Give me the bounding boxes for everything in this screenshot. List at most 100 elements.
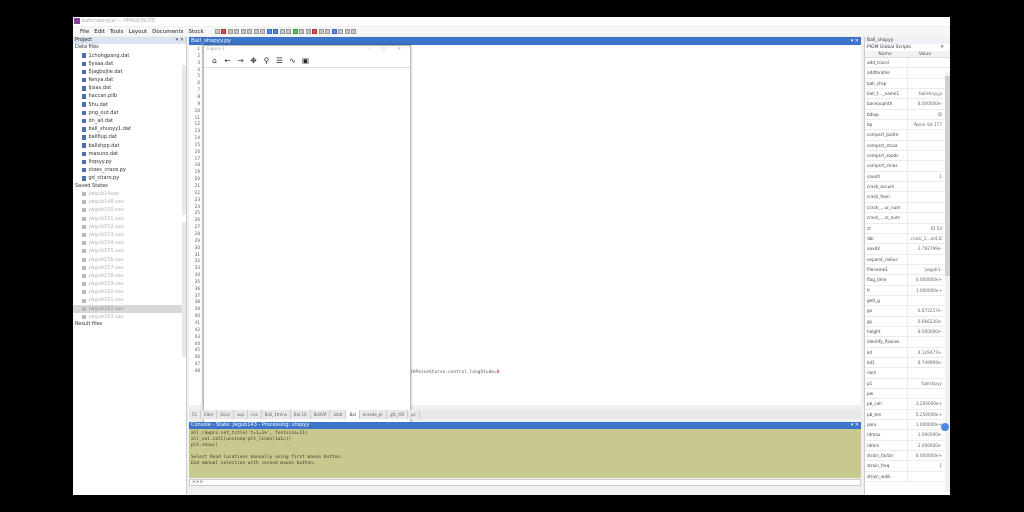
properties-close-icon[interactable]: ✕ [940,44,944,51]
property-row[interactable]: compsrt_stcua [865,140,950,152]
saved-states-scrollbar[interactable] [182,222,186,357]
open-icon[interactable] [227,29,233,34]
save-icon[interactable] [234,29,240,34]
property-value[interactable]: 'jwgub1- [908,265,944,274]
property-row[interactable]: crack_…ur_num [865,202,950,214]
editor-tab[interactable]: lbcol [217,410,234,419]
property-value[interactable]: 6.666220e- [908,317,944,326]
property-value[interactable]: 2.000000e- [908,441,944,450]
data-file-item[interactable]: dn_all.dat [73,117,186,125]
editor-tab[interactable]: Bal.10 [291,410,311,419]
data-file-item[interactable]: 5hu.dat [73,101,186,109]
editor-tab[interactable]: gfc_dill [387,410,409,419]
editor-window-controls-icon[interactable]: ▾ ✕ [851,37,859,45]
property-row[interactable]: ball_shsp [865,78,950,90]
property-row[interactable]: pb_coh 3.200000e+ [865,399,950,410]
property-row[interactable]: strain_freq 1 [865,461,950,472]
save-figure-icon[interactable]: ▣ [300,55,311,66]
copy-icon[interactable] [253,29,259,34]
editor-tab[interactable]: Bal [346,410,360,419]
property-value[interactable] [908,79,944,88]
property-row[interactable]: gy 6.666220e- [865,316,950,327]
menu-tools[interactable]: Tools [110,29,124,35]
property-value[interactable] [908,151,944,160]
data-files-scrollbar[interactable] [182,65,186,215]
data-file-item[interactable]: 5ysaa.dat [73,60,186,68]
property-value[interactable]: 8.000000e- [908,327,944,336]
run-icon[interactable] [292,29,298,34]
editor-tab[interactable]: sup [234,410,248,419]
menu-stock[interactable]: Stock [189,29,204,35]
editor-tab[interactable]: Ball_1trnns [262,410,291,419]
property-row[interactable]: gx 6.872217e- [865,306,950,317]
property-value[interactable]: None list 177 [908,120,944,129]
property-value[interactable]: 8.000000e- [908,99,944,108]
property-row[interactable]: bdiop ID [865,109,950,121]
property-row[interactable]: ball_t…_name1'ballshsyy.p [865,89,950,100]
console-window-controls-icon[interactable]: ▾ ✕ [851,422,859,429]
property-value[interactable]: 1 [908,172,944,181]
editor-tab[interactable]: pc [408,410,420,419]
cut-icon[interactable] [247,29,253,34]
saved-state-item[interactable]: jwgub152.sav [73,223,186,231]
record-icon[interactable] [312,29,318,34]
menu-file[interactable]: File [80,29,89,35]
data-file-item[interactable]: ball_shuoyy1.dat [73,125,186,133]
editor-tab[interactable]: adot [330,410,347,419]
property-value[interactable]: 1.000000e+ [908,420,944,429]
plot-icon[interactable] [318,29,324,34]
property-value[interactable] [908,182,944,191]
configure-subplots-icon[interactable]: ☰ [274,55,285,66]
property-value[interactable] [908,141,944,150]
property-row[interactable]: baneouphth 8.000000e- [865,99,950,110]
saved-state-item[interactable]: jwgub160.sav [73,288,186,296]
step-icon[interactable] [299,29,305,34]
menu-edit[interactable]: Edit [94,29,105,35]
saved-state-item[interactable]: jwgub157.sav [73,264,186,272]
grid-icon[interactable] [325,29,331,34]
property-value[interactable]: 1.000000e+ [908,286,944,295]
data-file-item[interactable]: ballshpp.dat [73,142,186,150]
property-value[interactable] [908,130,944,139]
column-header-name[interactable]: Name [865,51,905,57]
data-file-item[interactable]: ballfiup.dat [73,133,186,141]
menu-layout[interactable]: Layout [128,29,147,35]
paste-icon[interactable] [260,29,266,34]
saved-state-item[interactable]: jwgub14sav [73,190,186,198]
menu-documents[interactable]: Documents [152,29,183,35]
property-value[interactable]: 8.000000e+ [908,451,944,460]
property-row[interactable]: flag_time 0.000000e+ [865,275,950,286]
property-row[interactable]: expand_radius [865,254,950,265]
property-row[interactable]: poro 1.000000e+ [865,420,950,431]
replace-icon[interactable] [286,29,292,34]
saved-states-heading[interactable]: Saved States [73,183,186,191]
edit-curve-icon[interactable]: ∿ [287,55,298,66]
stop-icon[interactable] [221,29,227,34]
editor-file-title[interactable]: Ball_shspyy.py [189,38,231,44]
property-row[interactable]: addtorotile [865,68,950,79]
saved-state-item[interactable]: jwgub163.sav [73,313,186,321]
undo-icon[interactable] [266,29,272,34]
property-value[interactable] [908,203,944,212]
pause-icon[interactable] [305,29,311,34]
saved-state-item[interactable]: jwgub153.sav [73,231,186,239]
saved-state-item[interactable]: jwgub159.sav [73,280,186,288]
zoom-magnifier-icon[interactable]: ⚲ [261,55,272,66]
property-row[interactable]: p1'ballshpyy [865,378,950,389]
editor-tab[interactable]: Elter [201,410,218,419]
property-value[interactable]: 3.200000e+ [908,399,944,408]
property-row[interactable]: dbr crack_1…ord,D [865,233,950,245]
property-row[interactable]: pw [865,389,950,400]
saved-state-item[interactable]: jwgub158.sav [73,272,186,280]
data-file-item[interactable]: lhqsyy.py [73,158,186,166]
print-icon[interactable] [240,29,246,34]
console-input[interactable]: >>> [189,479,861,486]
view-icon[interactable] [331,29,337,34]
find-icon[interactable] [279,29,285,34]
data-file-item[interactable]: png_out.dat [73,109,186,117]
saved-state-item[interactable]: jwgub156.sav [73,256,186,264]
property-row[interactable]: filename1'jwgub1- [865,264,950,276]
property-value[interactable] [908,296,944,305]
property-value[interactable]: 1.000000e- [908,430,944,439]
data-files-heading[interactable]: Data files [73,44,186,52]
